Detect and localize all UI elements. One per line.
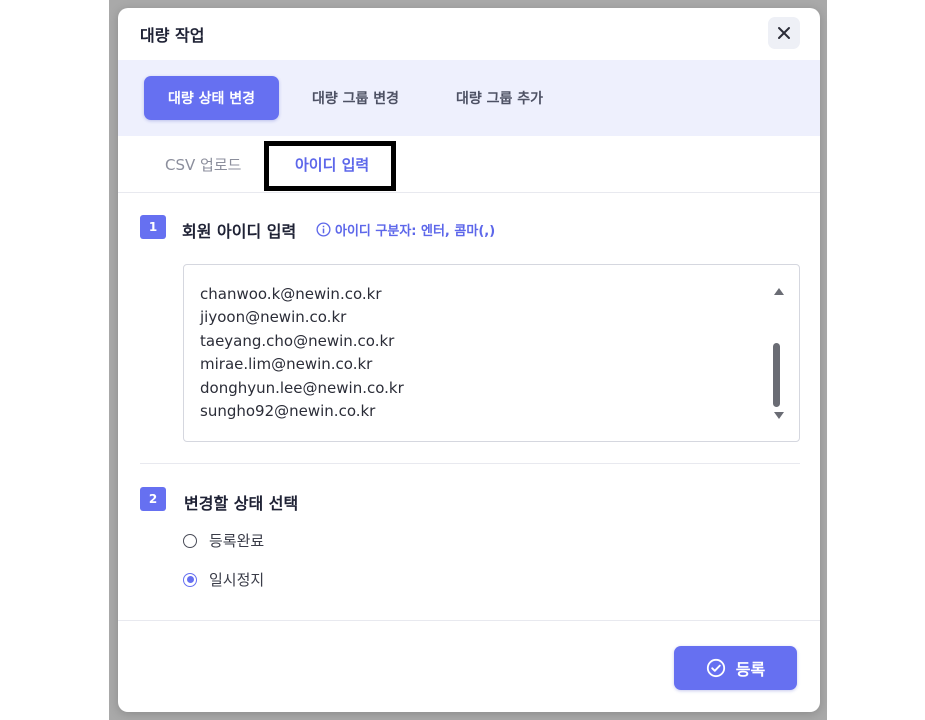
bulk-action-modal: 대량 작업 대량 상태 변경 대량 그룹 변경 대량 그룹 추가 CSV 업로드… (118, 8, 820, 712)
close-button[interactable] (768, 17, 800, 49)
member-id-line: taeyang.cho@newin.co.kr (200, 331, 395, 350)
step-1-title: 회원 아이디 입력 (182, 222, 297, 241)
check-circle-icon (706, 658, 725, 678)
radio-unchecked-icon (183, 533, 197, 548)
radio-checked-icon (183, 572, 197, 587)
radio-option-registered[interactable]: 등록완료 (183, 530, 264, 551)
step-2-title: 변경할 상태 선택 (184, 494, 299, 513)
submit-button[interactable]: 등록 (674, 646, 797, 690)
member-id-line: mirae.lim@newin.co.kr (200, 355, 373, 374)
member-id-lines: chanwoo.k@newin.co.kr jiyoon@newin.co.kr… (200, 283, 404, 423)
submit-button-label: 등록 (735, 660, 766, 679)
modal-header: 대량 작업 (118, 8, 820, 60)
member-id-line: jiyoon@newin.co.kr (200, 308, 347, 327)
radio-option-paused[interactable]: 일시정지 (183, 569, 264, 590)
tab-id-input[interactable]: 아이디 입력 (295, 154, 369, 175)
member-id-line: sungho92@newin.co.kr (200, 402, 376, 421)
input-method-tabs: CSV 업로드 아이디 입력 (118, 136, 820, 193)
scroll-down-arrow-icon[interactable] (774, 412, 784, 419)
info-icon (316, 222, 331, 237)
radio-dot (186, 576, 194, 583)
delimiter-hint-text: 아이디 구분자: 엔터, 콤마(,) (335, 224, 496, 239)
tab-csv-upload[interactable]: CSV 업로드 (165, 154, 241, 175)
radio-label: 등록완료 (209, 532, 265, 550)
member-id-line: donghyun.lee@newin.co.kr (200, 378, 404, 397)
modal-title: 대량 작업 (140, 26, 205, 45)
modal-footer: 등록 (118, 620, 820, 712)
close-icon (778, 27, 790, 39)
segment-bulk-group-change[interactable]: 대량 그룹 변경 (288, 76, 423, 120)
scrollbar-thumb[interactable] (773, 343, 780, 407)
delimiter-hint: 아이디 구분자: 엔터, 콤마(,) (316, 220, 495, 239)
scroll-up-arrow-icon[interactable] (774, 288, 784, 295)
member-id-textarea[interactable]: chanwoo.k@newin.co.kr jiyoon@newin.co.kr… (183, 264, 800, 442)
section-divider (140, 463, 800, 464)
radio-label: 일시정지 (209, 571, 265, 589)
member-id-line: chanwoo.k@newin.co.kr (200, 285, 382, 303)
step-2-badge: 2 (140, 487, 166, 511)
step-1-badge: 1 (140, 215, 166, 239)
segment-bulk-status-change[interactable]: 대량 상태 변경 (144, 76, 280, 120)
segment-bulk-group-add[interactable]: 대량 그룹 추가 (432, 76, 567, 120)
action-type-selector: 대량 상태 변경 대량 그룹 변경 대량 그룹 추가 (118, 60, 820, 136)
